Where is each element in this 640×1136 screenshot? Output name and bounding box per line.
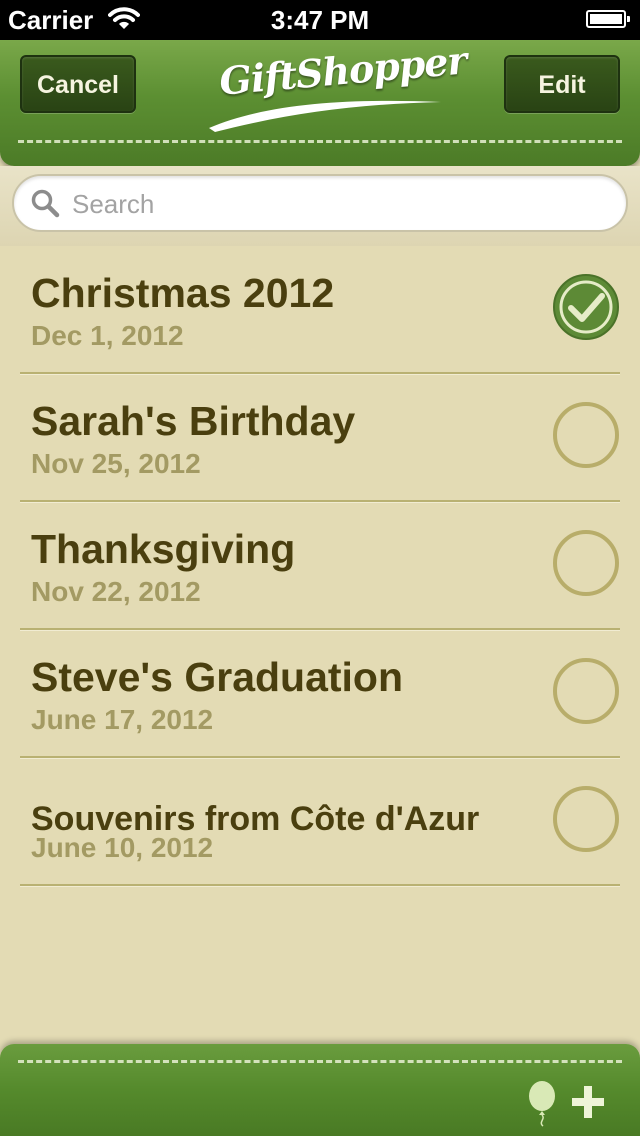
unchecked-circle-icon[interactable] bbox=[551, 784, 621, 854]
list-item[interactable]: Christmas 2012 Dec 1, 2012 bbox=[0, 246, 640, 374]
search-field[interactable] bbox=[12, 174, 628, 232]
navigation-bar: Cancel GiftShopper Edit bbox=[0, 37, 640, 166]
occasion-date: Dec 1, 2012 bbox=[31, 320, 184, 351]
occasion-date: June 17, 2012 bbox=[31, 704, 214, 735]
app-logo: GiftShopper bbox=[205, 37, 468, 136]
occasion-title: Christmas 2012 bbox=[31, 270, 335, 316]
search-icon bbox=[31, 189, 60, 218]
occasion-title: Thanksgiving bbox=[31, 526, 296, 572]
bottom-toolbar bbox=[0, 1044, 640, 1136]
add-icon[interactable] bbox=[572, 1086, 604, 1118]
stitch-divider bbox=[18, 1060, 622, 1063]
unchecked-circle-icon[interactable] bbox=[551, 528, 621, 598]
status-bar: Carrier 3:47 PM bbox=[0, 0, 640, 40]
list-item[interactable]: Steve's Graduation June 17, 2012 bbox=[0, 630, 640, 758]
occasion-title: Steve's Graduation bbox=[31, 654, 404, 700]
search-bar bbox=[0, 166, 640, 246]
logo-swoosh bbox=[209, 100, 441, 132]
occasion-title: Sarah's Birthday bbox=[31, 398, 356, 444]
occasion-date: Nov 25, 2012 bbox=[31, 448, 201, 479]
unchecked-circle-icon[interactable] bbox=[551, 400, 621, 470]
battery-icon bbox=[586, 10, 630, 28]
balloon-icon[interactable] bbox=[526, 1080, 562, 1128]
list-item[interactable]: Souvenirs from Côte d'Azur June 10, 2012 bbox=[0, 758, 640, 886]
occasion-date: June 10, 2012 bbox=[31, 832, 214, 863]
occasion-date: Nov 22, 2012 bbox=[31, 576, 201, 607]
cancel-button[interactable]: Cancel bbox=[20, 55, 136, 113]
occasion-list: Christmas 2012 Dec 1, 2012 Sarah's Birth… bbox=[0, 246, 640, 886]
status-time: 3:47 PM bbox=[270, 5, 370, 35]
checked-circle-icon[interactable] bbox=[551, 272, 621, 342]
list-item[interactable]: Sarah's Birthday Nov 25, 2012 bbox=[0, 374, 640, 502]
unchecked-circle-icon[interactable] bbox=[551, 656, 621, 726]
row-divider bbox=[20, 884, 620, 886]
list-item[interactable]: Thanksgiving Nov 22, 2012 bbox=[0, 502, 640, 630]
search-input[interactable] bbox=[70, 184, 594, 224]
stitch-divider bbox=[18, 140, 622, 143]
edit-button[interactable]: Edit bbox=[504, 55, 620, 113]
